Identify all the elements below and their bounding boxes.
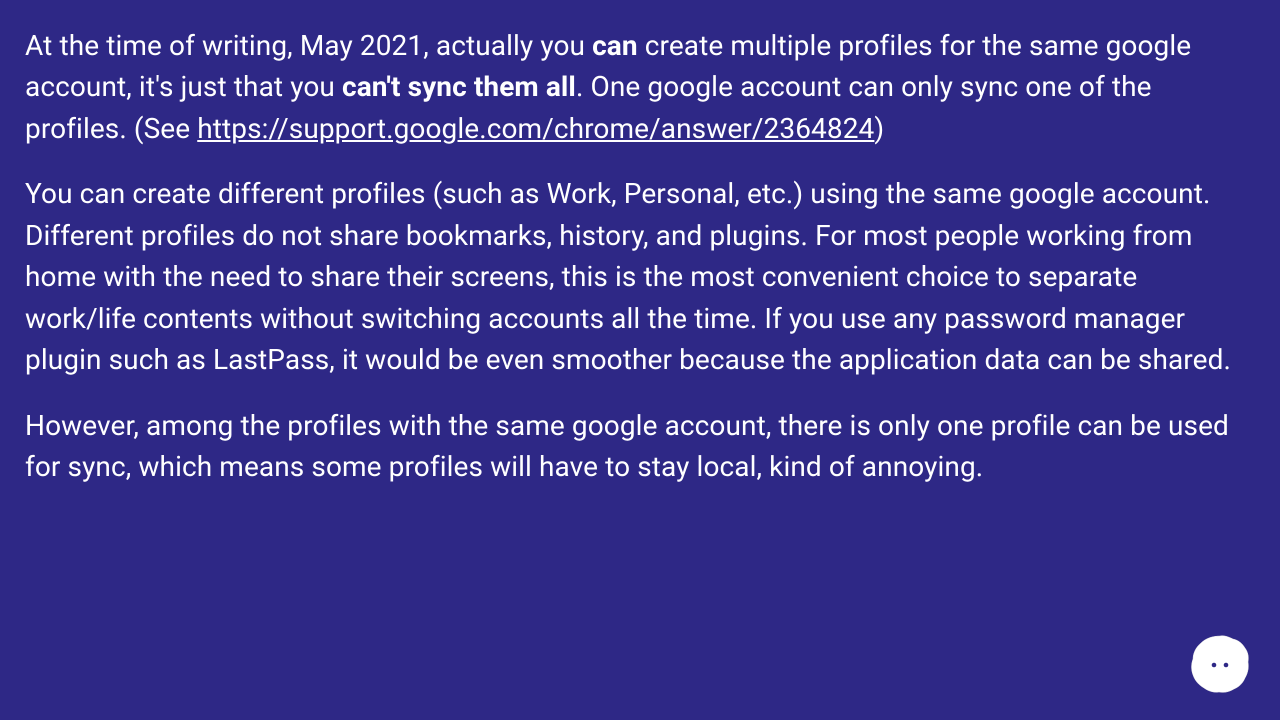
bold-cant-sync: can't sync them all <box>342 70 576 103</box>
paragraph-3: However, among the profiles with the sam… <box>25 405 1255 488</box>
answer-body: At the time of writing, May 2021, actual… <box>25 25 1255 487</box>
avatar-icon <box>1188 632 1252 696</box>
text-segment: At the time of writing, May 2021, actual… <box>25 29 592 62</box>
paragraph-1: At the time of writing, May 2021, actual… <box>25 25 1255 149</box>
paragraph-2: You can create different profiles (such … <box>25 173 1255 380</box>
text-segment: ) <box>874 112 884 145</box>
bold-can: can <box>592 29 638 62</box>
support-link[interactable]: https://support.google.com/chrome/answer… <box>197 112 874 145</box>
